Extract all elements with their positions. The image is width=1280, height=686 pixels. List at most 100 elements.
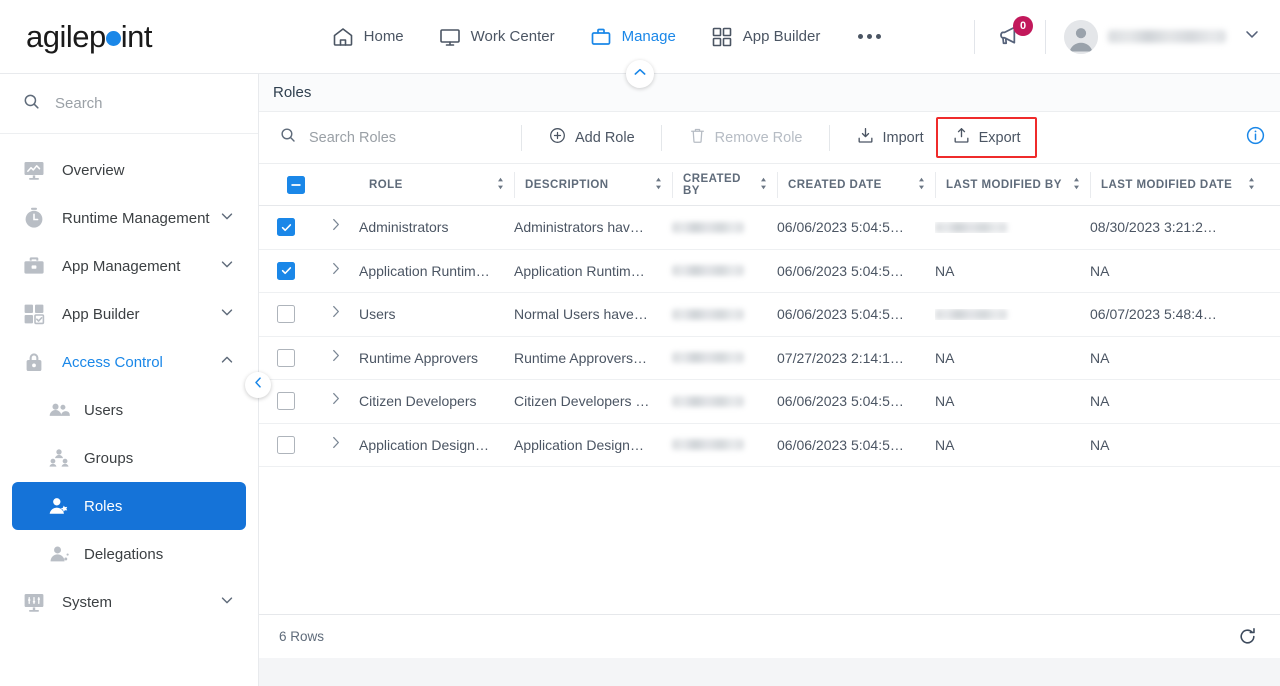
- avatar[interactable]: [1064, 19, 1098, 54]
- row-expand-cell: [327, 434, 359, 456]
- remove-role-button[interactable]: Remove Role: [676, 117, 815, 158]
- sidebar-item-app-management-label: App Management: [62, 257, 181, 275]
- cell-created-date: 06/06/2023 5:04:5…: [777, 219, 904, 236]
- chevron-right-icon[interactable]: [327, 434, 359, 456]
- column-header-role-label: ROLE: [369, 178, 403, 191]
- sidebar-item-app-builder[interactable]: App Builder: [0, 290, 258, 338]
- sort-icon[interactable]: [1247, 177, 1265, 193]
- sidebar-item-delegations[interactable]: Delegations: [12, 530, 246, 578]
- sidebar-item-users[interactable]: Users: [12, 386, 246, 434]
- cell-description: Application Runtim…: [514, 262, 645, 279]
- row-checkbox[interactable]: [277, 348, 295, 367]
- chevron-right-icon[interactable]: [327, 216, 359, 238]
- export-icon: [952, 126, 971, 149]
- chevron-down-icon[interactable]: [1242, 24, 1262, 49]
- refresh-button[interactable]: [1237, 626, 1258, 647]
- row-select-cell: [277, 218, 327, 237]
- column-header-description[interactable]: DESCRIPTION: [514, 171, 672, 198]
- nav-item-manage[interactable]: Manage: [587, 19, 678, 55]
- column-header-last-modified-by[interactable]: LAST MODIFIED BY: [935, 171, 1090, 198]
- row-checkbox[interactable]: [277, 261, 295, 280]
- cell-last-modified-by: [935, 308, 1090, 320]
- sidebar-item-overview[interactable]: Overview: [0, 146, 258, 194]
- trash-icon: [688, 126, 707, 149]
- app-logo[interactable]: agilep int: [0, 19, 260, 55]
- table-header-row: ROLE DESCRIPTION CREATED BY CREATED DATE…: [259, 164, 1280, 206]
- sidebar-item-groups[interactable]: Groups: [12, 434, 246, 482]
- nav-item-manage-label: Manage: [621, 28, 676, 45]
- monitor-chart-icon: [22, 158, 46, 182]
- select-all-checkbox[interactable]: [287, 175, 305, 194]
- cell-description: Application Design…: [514, 436, 644, 453]
- cell-role: Application Design…: [359, 436, 489, 453]
- column-header-created-by[interactable]: CREATED BY: [672, 171, 777, 198]
- sidebar-search[interactable]: Search: [0, 74, 258, 134]
- import-label: Import: [882, 129, 924, 146]
- panel-collapse-button[interactable]: [626, 60, 654, 88]
- add-role-button[interactable]: Add Role: [536, 117, 647, 158]
- chevron-down-icon[interactable]: [218, 207, 236, 229]
- cell-last-modified-by: [935, 221, 1090, 233]
- chevron-down-icon[interactable]: [218, 591, 236, 613]
- sidebar-item-roles[interactable]: Roles: [12, 482, 246, 530]
- import-button[interactable]: Import: [844, 117, 936, 158]
- nav-item-app-builder[interactable]: App Builder: [708, 19, 823, 55]
- column-header-role[interactable]: ROLE: [359, 172, 514, 198]
- chevron-up-icon[interactable]: [218, 351, 236, 373]
- info-button[interactable]: [1245, 125, 1266, 151]
- row-checkbox[interactable]: [277, 392, 295, 411]
- cell-last-modified-by: NA: [935, 263, 1090, 279]
- sort-icon[interactable]: [654, 177, 672, 193]
- row-expand-cell: [327, 260, 359, 282]
- created-by-redacted: [672, 439, 744, 451]
- chevron-down-icon[interactable]: [218, 255, 236, 277]
- chevron-right-icon[interactable]: [327, 260, 359, 282]
- row-count-label: 6 Rows: [279, 629, 325, 644]
- row-checkbox[interactable]: [277, 218, 295, 237]
- table-row[interactable]: Application Design… Application Design… 06…: [259, 424, 1280, 467]
- chevron-down-icon[interactable]: [218, 303, 236, 325]
- nav-item-work-center[interactable]: Work Center: [436, 19, 557, 55]
- sort-icon[interactable]: [496, 177, 514, 193]
- top-nav: Home Work Center Manage App Builder: [260, 19, 956, 55]
- last-modified-by-redacted: [935, 221, 1007, 233]
- sidebar-item-access-control[interactable]: Access Control: [0, 338, 258, 386]
- cell-created-by: [672, 221, 777, 233]
- chevron-right-icon[interactable]: [327, 390, 359, 412]
- sort-icon[interactable]: [1072, 177, 1090, 193]
- table-row[interactable]: Users Normal Users have… 06/06/2023 5:04:5…: [259, 293, 1280, 337]
- sidebar-item-app-management[interactable]: App Management: [0, 242, 258, 290]
- sort-icon[interactable]: [917, 177, 935, 193]
- sidebar-item-runtime-management[interactable]: Runtime Management: [0, 194, 258, 242]
- table-row[interactable]: Administrators Administrators hav… 06/06/2…: [259, 206, 1280, 250]
- row-checkbox[interactable]: [277, 305, 295, 324]
- table-row[interactable]: Runtime Approvers Runtime Approvers… 07/27…: [259, 337, 1280, 380]
- sidebar-item-overview-label: Overview: [62, 161, 125, 179]
- export-button[interactable]: Export: [935, 117, 1037, 158]
- cell-last-modified-date: NA: [1090, 349, 1110, 366]
- chevron-right-icon[interactable]: [327, 347, 359, 369]
- cell-last-modified-date: 06/07/2023 5:48:4…: [1090, 306, 1217, 323]
- table-row[interactable]: Citizen Developers Citizen Developers … 06…: [259, 380, 1280, 424]
- search-roles-input[interactable]: Search Roles: [279, 126, 507, 149]
- header-divider: [974, 19, 975, 54]
- table-row[interactable]: Application Runtim… Application Runtim… 06…: [259, 250, 1280, 293]
- sort-icon[interactable]: [759, 177, 777, 193]
- nav-item-home[interactable]: Home: [329, 19, 406, 55]
- column-header-last-modified-date[interactable]: LAST MODIFIED DATE: [1090, 171, 1265, 198]
- chevron-right-icon[interactable]: [327, 303, 359, 325]
- home-icon: [331, 25, 355, 49]
- briefcase-icon: [589, 25, 613, 49]
- sidebar-item-system[interactable]: System: [0, 578, 258, 626]
- nav-more-menu-icon[interactable]: [852, 34, 887, 39]
- cell-last-modified-date: NA: [1090, 262, 1110, 279]
- delegation-icon: [48, 543, 70, 565]
- add-role-label: Add Role: [575, 129, 635, 146]
- sidebar-collapse-button[interactable]: [245, 372, 271, 398]
- nav-item-app-builder-label: App Builder: [742, 28, 821, 45]
- sidebar-search-placeholder: Search: [55, 95, 103, 112]
- row-checkbox[interactable]: [277, 435, 295, 454]
- column-header-created-date[interactable]: CREATED DATE: [777, 171, 935, 198]
- sidebar-item-system-label: System: [62, 593, 113, 611]
- announcements-button[interactable]: 0: [993, 15, 1033, 54]
